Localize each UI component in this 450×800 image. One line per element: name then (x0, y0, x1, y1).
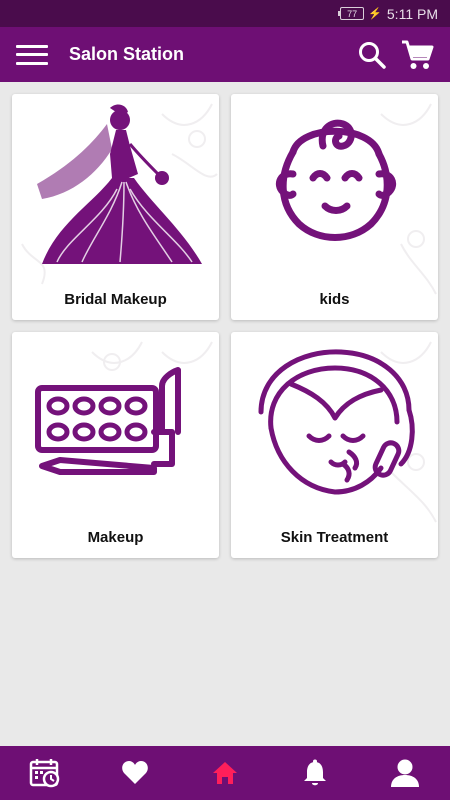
nav-notifications[interactable] (293, 751, 337, 795)
category-card-makeup[interactable]: Makeup (12, 332, 219, 558)
status-time: 5:11 PM (386, 5, 438, 22)
baby-face-icon (275, 119, 397, 241)
user-icon (391, 759, 419, 787)
category-label: Makeup (87, 529, 144, 546)
nav-appointments[interactable] (23, 751, 67, 795)
calendar-clock-icon (29, 759, 60, 788)
battery-level: 77 (347, 8, 358, 19)
battery-icon: 77 (338, 7, 365, 20)
facial-treatment-icon (258, 349, 415, 495)
search-icon[interactable] (354, 37, 390, 73)
category-label: Bridal Makeup (64, 291, 167, 308)
cart-icon[interactable] (400, 37, 436, 73)
menu-icon[interactable] (16, 43, 48, 67)
bottom-navigation (0, 746, 450, 800)
category-card-skin-treatment[interactable]: Skin Treatment (231, 332, 438, 558)
heart-icon (122, 761, 148, 784)
home-icon (213, 762, 237, 784)
app-bar: Salon Station (0, 27, 450, 82)
nav-profile[interactable] (383, 751, 427, 795)
category-grid: Bridal Makeup kids Makeup Skin Treatment (12, 94, 438, 558)
nav-favorites[interactable] (113, 751, 157, 795)
category-label: kids (319, 291, 350, 308)
status-bar: 77 ⚡ 5:11 PM (0, 0, 450, 27)
charging-icon: ⚡ (368, 8, 382, 20)
category-label: Skin Treatment (280, 529, 389, 546)
nav-home[interactable] (203, 751, 247, 795)
bride-icon (37, 104, 202, 264)
category-card-bridal-makeup[interactable]: Bridal Makeup (12, 94, 219, 320)
category-card-kids[interactable]: kids (231, 94, 438, 320)
app-title: Salon Station (69, 44, 185, 64)
makeup-kit-icon (35, 367, 181, 475)
bell-icon (304, 759, 326, 786)
